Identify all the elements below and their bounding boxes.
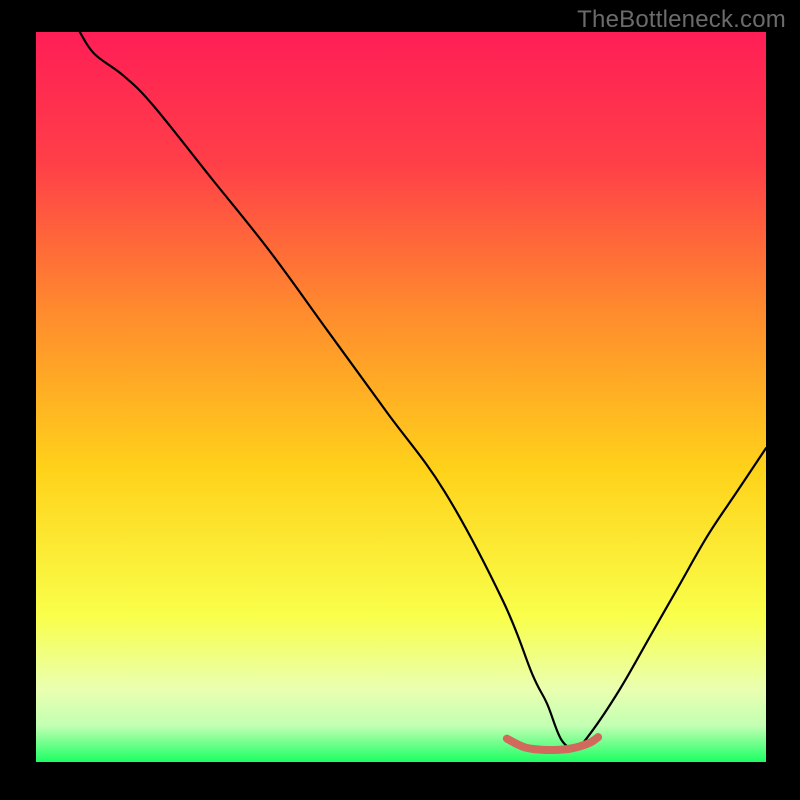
plot-background <box>36 32 766 762</box>
bottleneck-chart <box>0 0 800 800</box>
chart-frame: TheBottleneck.com <box>0 0 800 800</box>
watermark-text: TheBottleneck.com <box>577 6 786 34</box>
